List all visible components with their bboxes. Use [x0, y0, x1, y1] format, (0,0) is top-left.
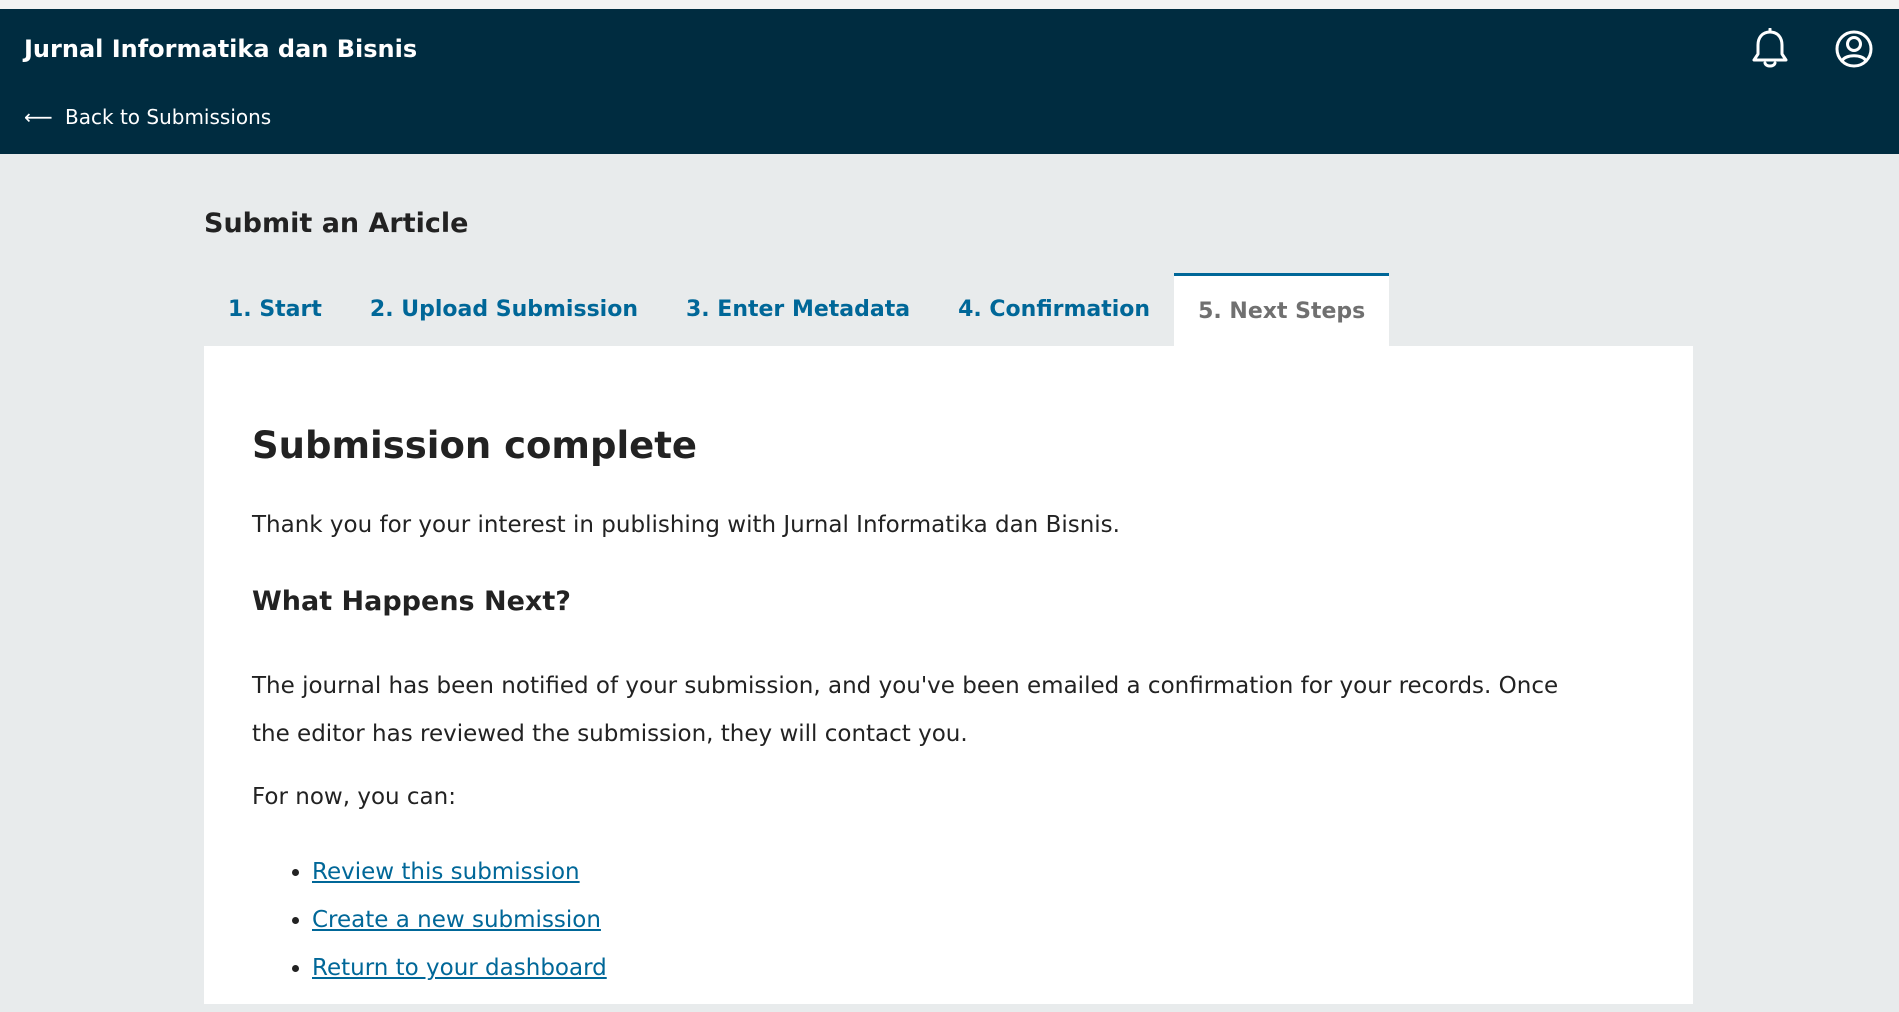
submission-complete-heading: Submission complete [252, 424, 698, 467]
back-to-submissions-link[interactable]: ⟵ Back to Submissions [24, 105, 271, 129]
list-item: Create a new submission [312, 896, 607, 944]
next-actions-list: Review this submission Create a new subm… [252, 848, 607, 992]
app-header: Jurnal Informatika dan Bisnis ⟵ Back to … [0, 9, 1899, 154]
top-strip [0, 0, 1899, 9]
user-profile-icon-svg [1835, 30, 1873, 68]
site-title: Jurnal Informatika dan Bisnis [24, 35, 418, 63]
back-to-submissions-label: Back to Submissions [65, 105, 272, 129]
tab-upload-submission[interactable]: 2. Upload Submission [346, 273, 662, 346]
page: Jurnal Informatika dan Bisnis ⟵ Back to … [0, 0, 1899, 1012]
page-title: Submit an Article [204, 208, 469, 239]
what-happens-next-heading: What Happens Next? [252, 586, 571, 617]
bell-icon[interactable] [1748, 27, 1792, 71]
submission-steps-tabs: 1. Start 2. Upload Submission 3. Enter M… [204, 273, 1390, 346]
tab-enter-metadata[interactable]: 3. Enter Metadata [662, 273, 934, 346]
tab-next-steps[interactable]: 5. Next Steps [1174, 273, 1390, 346]
thanks-text: Thank you for your interest in publishin… [252, 512, 1120, 538]
tab-confirmation[interactable]: 4. Confirmation [934, 273, 1174, 346]
return-to-dashboard-link[interactable]: Return to your dashboard [312, 955, 607, 981]
user-profile-icon[interactable] [1832, 27, 1876, 71]
list-item: Return to your dashboard [312, 944, 607, 992]
next-steps-panel: Submission complete Thank you for your i… [204, 346, 1693, 1012]
for-now-text: For now, you can: [252, 784, 456, 810]
bell-icon-svg [1752, 28, 1788, 68]
list-item: Review this submission [312, 848, 607, 896]
notified-text: The journal has been notified of your su… [252, 673, 1559, 747]
back-arrow-icon: ⟵ [24, 105, 53, 129]
create-new-submission-link[interactable]: Create a new submission [312, 907, 601, 933]
tab-start[interactable]: 1. Start [204, 273, 346, 346]
review-submission-link[interactable]: Review this submission [312, 859, 580, 885]
bottom-strip [0, 1004, 1899, 1012]
